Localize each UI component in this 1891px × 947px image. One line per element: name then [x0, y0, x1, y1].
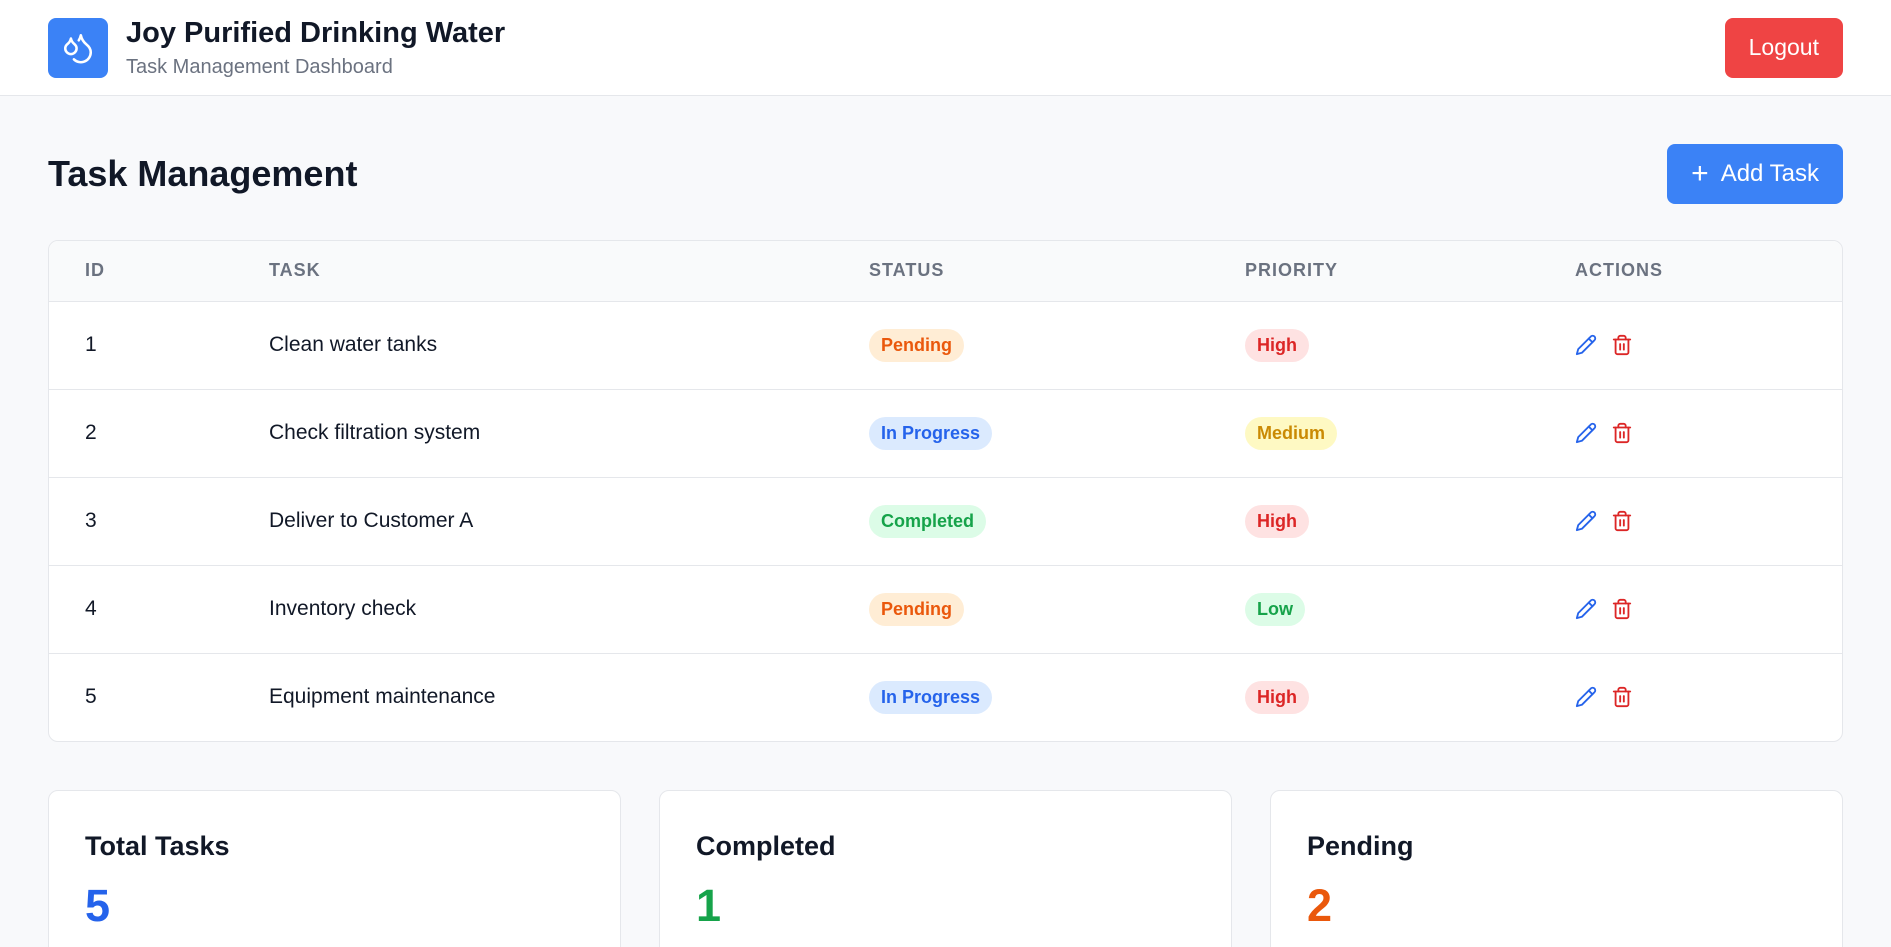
- task-name: Inventory check: [269, 597, 417, 620]
- table-row: 3 Deliver to Customer A Completed High: [49, 477, 1842, 565]
- table-row: 5 Equipment maintenance In Progress High: [49, 653, 1842, 741]
- app-title: Joy Purified Drinking Water: [126, 16, 506, 49]
- stat-value: 5: [85, 880, 111, 931]
- task-id: 1: [85, 333, 97, 356]
- priority-badge: High: [1245, 328, 1309, 362]
- stat-value: 1: [696, 880, 722, 931]
- stat-card: Completed 1: [659, 790, 1232, 947]
- pencil-icon[interactable]: [1575, 334, 1597, 356]
- table-row: 1 Clean water tanks Pending High: [49, 301, 1842, 389]
- task-id: 3: [85, 509, 97, 532]
- stat-label: Completed: [696, 831, 836, 861]
- trash-icon[interactable]: [1611, 510, 1633, 532]
- status-badge: Completed: [869, 504, 987, 538]
- task-name: Check filtration system: [269, 421, 481, 444]
- stat-label: Total Tasks: [85, 831, 230, 861]
- trash-icon[interactable]: [1611, 422, 1633, 444]
- add-task-label: Add Task: [1720, 160, 1819, 187]
- task-id: 4: [85, 597, 97, 620]
- stat-label: Pending: [1307, 831, 1414, 861]
- status-badge: In Progress: [869, 680, 993, 714]
- priority-badge: High: [1245, 504, 1309, 538]
- task-name: Equipment maintenance: [269, 685, 496, 709]
- add-task-button[interactable]: + Add Task: [1667, 144, 1843, 204]
- pencil-icon[interactable]: [1575, 686, 1597, 708]
- task-table: ID TASK STATUS PRIORITY ACTIONS 1 Clean …: [49, 241, 1842, 741]
- task-table-card: ID TASK STATUS PRIORITY ACTIONS 1 Clean …: [48, 240, 1843, 742]
- pencil-icon[interactable]: [1575, 598, 1597, 620]
- row-actions: [1575, 686, 1842, 708]
- status-badge: In Progress: [869, 416, 993, 450]
- status-badge: Pending: [869, 328, 964, 362]
- column-header-priority: PRIORITY: [1245, 260, 1339, 281]
- table-header-row: ID TASK STATUS PRIORITY ACTIONS: [49, 241, 1842, 301]
- priority-badge: Low: [1245, 592, 1305, 626]
- task-name: Clean water tanks: [269, 333, 438, 356]
- trash-icon[interactable]: [1611, 334, 1633, 356]
- task-table-body: 1 Clean water tanks Pending High 2 Check…: [49, 301, 1842, 741]
- status-badge: Pending: [869, 592, 964, 626]
- trash-icon[interactable]: [1611, 686, 1633, 708]
- column-header-task: TASK: [269, 260, 321, 281]
- logout-button[interactable]: Logout: [1724, 17, 1843, 78]
- stat-card: Total Tasks 5: [48, 790, 621, 947]
- pencil-icon[interactable]: [1575, 422, 1597, 444]
- brand: Joy Purified Drinking Water Task Managem…: [48, 17, 505, 79]
- table-row: 4 Inventory check Pending Low: [49, 565, 1842, 653]
- task-id: 2: [85, 421, 97, 444]
- row-actions: [1575, 598, 1842, 620]
- pencil-icon[interactable]: [1575, 510, 1597, 532]
- priority-badge: High: [1245, 680, 1309, 714]
- row-actions: [1575, 510, 1842, 532]
- top-bar: Joy Purified Drinking Water Task Managem…: [0, 0, 1891, 96]
- column-header-status: STATUS: [869, 260, 945, 281]
- task-id: 5: [85, 685, 97, 709]
- column-header-id: ID: [85, 260, 105, 281]
- trash-icon[interactable]: [1611, 598, 1633, 620]
- row-actions: [1575, 334, 1842, 356]
- stats-row: Total Tasks 5 Completed 1 Pending 2: [48, 790, 1843, 947]
- page-title: Task Management: [48, 153, 358, 194]
- app-subtitle: Task Management Dashboard: [126, 55, 393, 78]
- column-header-actions: ACTIONS: [1575, 260, 1663, 281]
- water-drops-icon: [48, 17, 108, 78]
- priority-badge: Medium: [1245, 416, 1338, 450]
- plus-icon: +: [1691, 157, 1709, 190]
- page-header: Task Management + Add Task: [48, 144, 1843, 204]
- task-name: Deliver to Customer A: [269, 509, 474, 532]
- table-row: 2 Check filtration system In Progress Me…: [49, 389, 1842, 477]
- row-actions: [1575, 422, 1842, 444]
- stat-value: 2: [1307, 880, 1333, 931]
- main-content: Task Management + Add Task ID TASK STATU…: [0, 144, 1891, 947]
- brand-text: Joy Purified Drinking Water Task Managem…: [126, 17, 505, 79]
- stat-card: Pending 2: [1270, 790, 1843, 947]
